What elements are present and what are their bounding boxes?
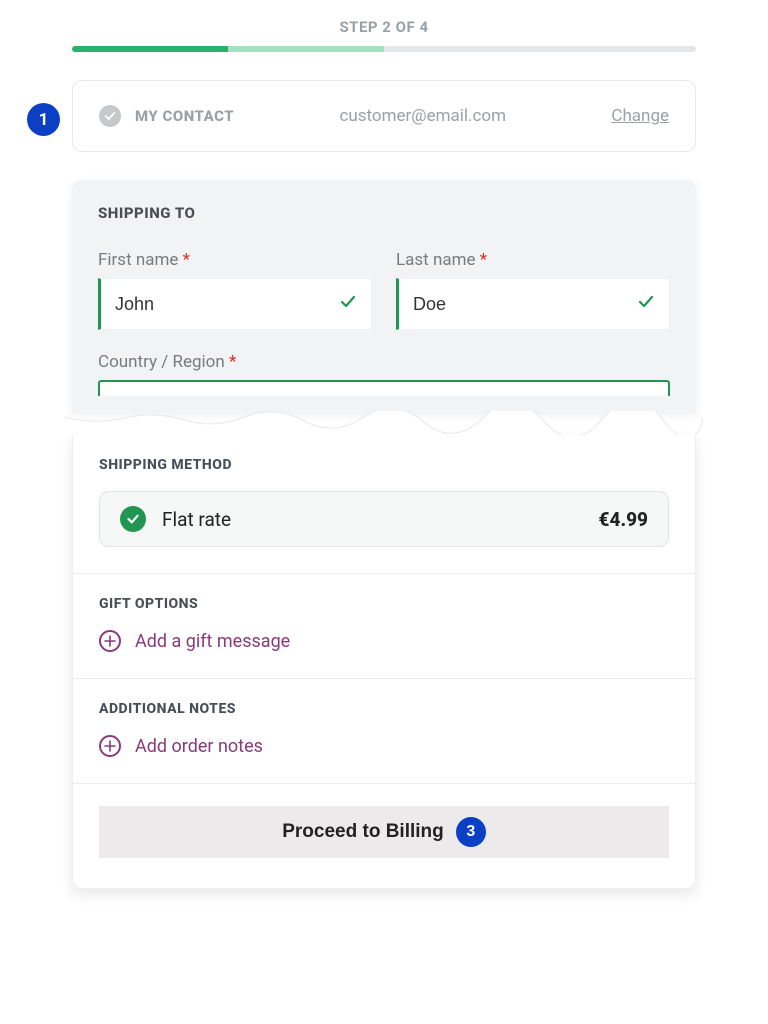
gift-options-section: GIFT OPTIONS Add a gift message <box>73 574 695 679</box>
shipping-method-name: Flat rate <box>162 508 231 531</box>
shipping-form-card: 2 SHIPPING TO First name * Last name * <box>72 180 696 413</box>
add-gift-message-label: Add a gift message <box>135 631 290 652</box>
annotation-badge-3: 3 <box>456 817 486 847</box>
change-contact-link[interactable]: Change <box>611 106 669 126</box>
step-indicator: STEP 2 OF 4 <box>72 18 696 36</box>
shipping-method-price: €4.99 <box>599 508 648 531</box>
check-icon <box>99 105 121 127</box>
shipping-method-title: SHIPPING METHOD <box>99 457 669 473</box>
annotation-badge-1: 1 <box>27 103 60 136</box>
first-name-field: First name * <box>98 250 372 330</box>
first-name-input[interactable] <box>115 294 357 315</box>
gift-options-title: GIFT OPTIONS <box>99 596 669 612</box>
check-icon <box>637 293 655 315</box>
shipping-title: SHIPPING TO <box>98 204 670 222</box>
add-gift-message-link[interactable]: Add a gift message <box>99 630 669 652</box>
country-select[interactable] <box>98 380 670 396</box>
contact-title: MY CONTACT <box>135 107 234 125</box>
country-field: Country / Region * <box>98 352 670 396</box>
contact-email: customer@email.com <box>234 106 611 126</box>
first-name-label: First name * <box>98 250 372 270</box>
add-order-notes-label: Add order notes <box>135 736 263 757</box>
shipping-method-section: SHIPPING METHOD Flat rate €4.99 <box>73 435 695 574</box>
plus-icon <box>99 735 121 757</box>
last-name-field: Last name * <box>396 250 670 330</box>
country-label: Country / Region * <box>98 352 670 372</box>
last-name-input[interactable] <box>413 294 655 315</box>
last-name-label: Last name * <box>396 250 670 270</box>
shipping-options-card: SHIPPING METHOD Flat rate €4.99 GIFT OPT… <box>72 435 696 889</box>
add-order-notes-link[interactable]: Add order notes <box>99 735 669 757</box>
proceed-to-billing-button[interactable]: Proceed to Billing 3 <box>99 806 669 858</box>
additional-notes-section: ADDITIONAL NOTES Add order notes <box>73 679 695 784</box>
shipping-method-option[interactable]: Flat rate €4.99 <box>99 491 669 547</box>
contact-summary-card: 1 MY CONTACT customer@email.com Change <box>72 80 696 152</box>
check-icon <box>339 293 357 315</box>
proceed-label: Proceed to Billing <box>282 821 444 843</box>
additional-notes-title: ADDITIONAL NOTES <box>99 701 669 717</box>
check-icon <box>120 506 146 532</box>
torn-divider <box>65 411 703 435</box>
plus-icon <box>99 630 121 652</box>
progress-bar <box>72 46 696 52</box>
